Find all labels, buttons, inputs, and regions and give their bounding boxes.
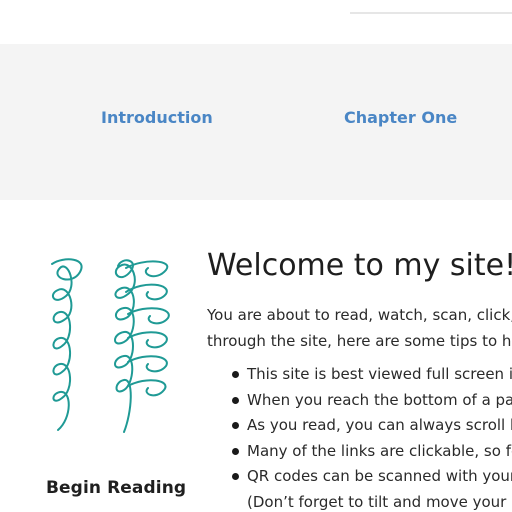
nav-link-chapter-one[interactable]: Chapter One (344, 108, 457, 127)
page: Introduction Chapter One Begin Reading W… (0, 0, 512, 512)
center-loop-strand (114, 259, 136, 433)
intro-paragraph: You are about to read, watch, scan, clic… (207, 302, 512, 354)
intro-line: through the site, here are some tips to … (207, 332, 512, 350)
tip-item: Many of the links are clickable, so fe (230, 439, 512, 465)
begin-reading-link[interactable]: Begin Reading (46, 478, 186, 498)
tip-item: This site is best viewed full screen in (230, 362, 512, 388)
main-content: Begin Reading Welcome to my site! You ar… (0, 200, 512, 512)
page-title: Welcome to my site! (207, 248, 512, 283)
tips-list: This site is best viewed full screen in … (230, 362, 512, 512)
tip-item: As you read, you can always scroll b (230, 413, 512, 439)
top-bar (0, 0, 512, 44)
tip-item-continuation: (Don’t forget to tilt and move your p (247, 492, 512, 511)
chapter-navigation: Introduction Chapter One (0, 44, 512, 200)
intro-line: You are about to read, watch, scan, clic… (207, 306, 512, 324)
tip-item: When you reach the bottom of a pa (230, 388, 512, 414)
tip-item: QR codes can be scanned with your (230, 464, 512, 490)
loop-doodle-illustration (51, 258, 170, 433)
search-field-underline[interactable] (350, 12, 512, 14)
left-loop-strand (51, 258, 83, 431)
nav-link-introduction[interactable]: Introduction (101, 108, 213, 127)
